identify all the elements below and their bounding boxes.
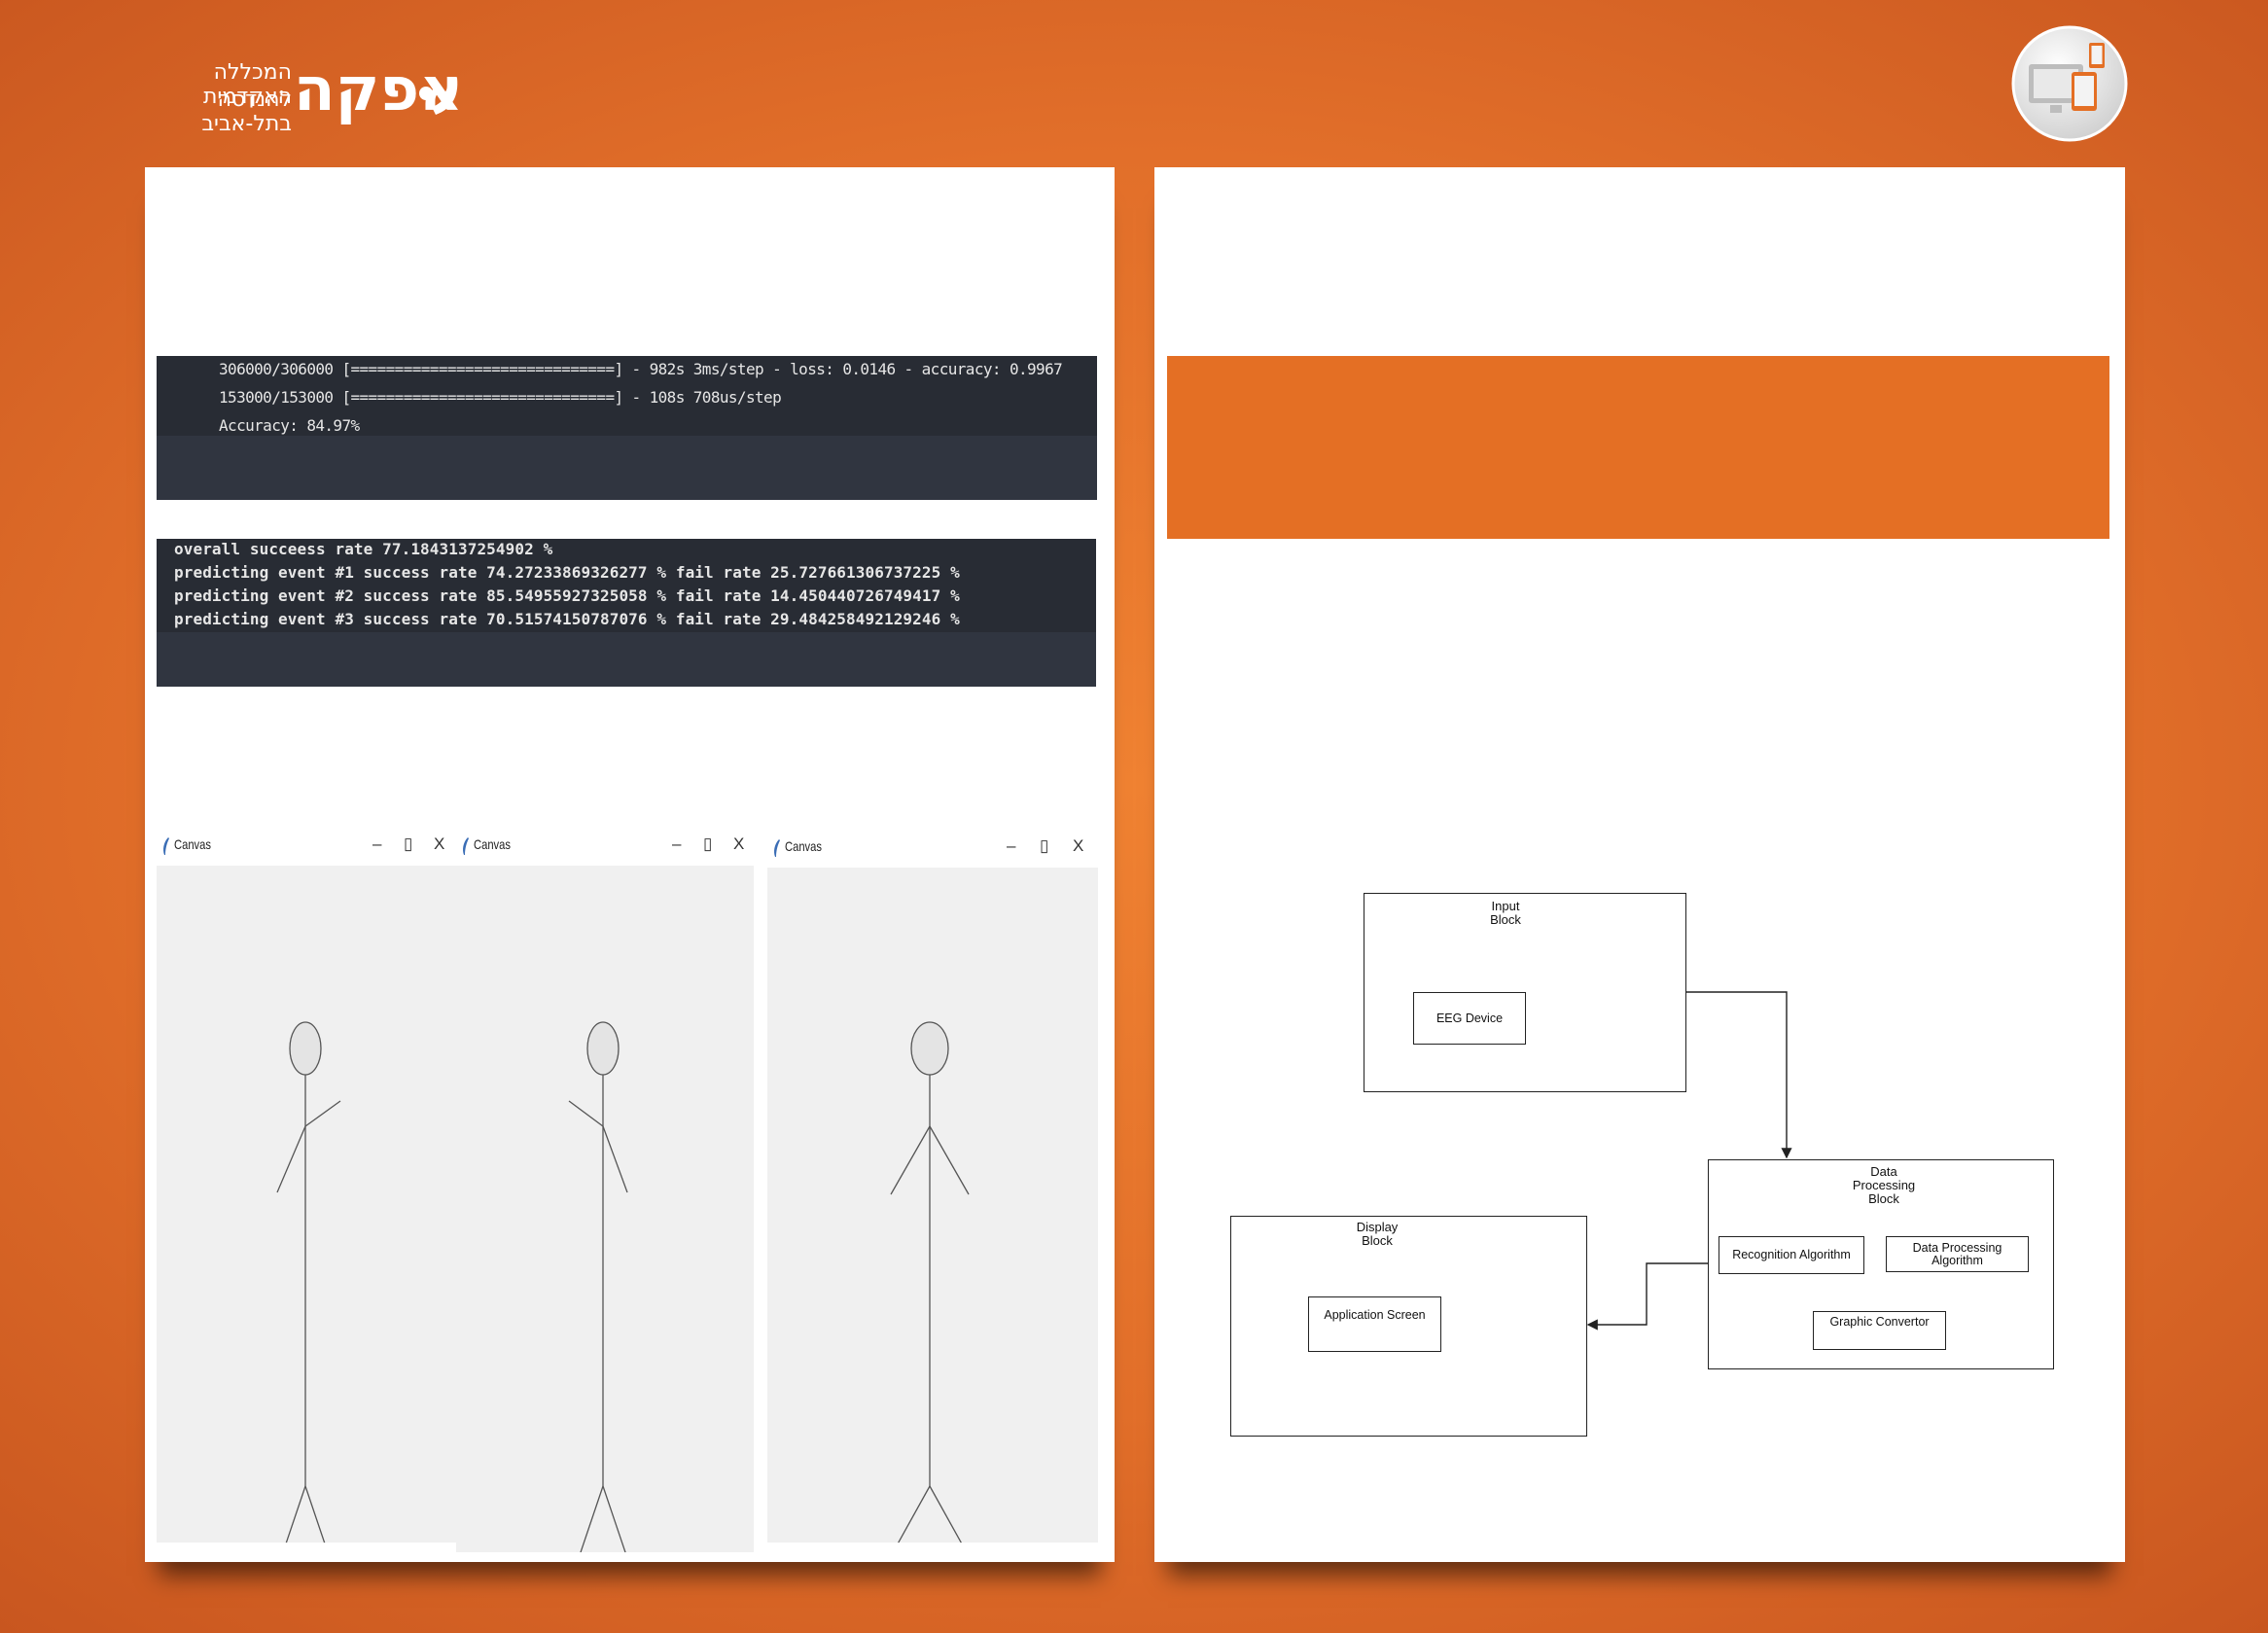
terminal-line: 153000/153000 [=========================… xyxy=(219,388,782,407)
right-panel: Input Block EEG Device Data Processing B… xyxy=(1154,167,2125,1562)
results-output-terminal: overall succeess rate 77.1843137254902 %… xyxy=(157,539,1096,687)
terminal-line: 306000/306000 [=========================… xyxy=(219,360,1063,378)
devices-icon xyxy=(2011,25,2128,142)
terminal-line: Accuracy: 84.97% xyxy=(219,416,360,435)
college-logo: המכללה האקדמית להנדסה בתל-אביב אפקה xyxy=(136,53,467,136)
stick-figure xyxy=(568,1021,628,1552)
terminal-empty-band xyxy=(157,632,1096,687)
left-panel: 306000/306000 [=========================… xyxy=(145,167,1115,1562)
terminal-line: predicting event #2 success rate 85.5495… xyxy=(174,586,960,605)
connector-arrow xyxy=(1586,1262,1708,1331)
canvas-window: Canvas – ▯ X xyxy=(456,823,754,1552)
training-output-terminal: 306000/306000 [=========================… xyxy=(157,356,1097,500)
logo-mark-icon xyxy=(419,78,458,115)
terminal-line: predicting event #3 success rate 70.5157… xyxy=(174,610,960,628)
canvas-window: Canvas – ▯ X xyxy=(767,825,1098,1543)
terminal-line: overall succeess rate 77.1843137254902 % xyxy=(174,540,553,558)
canvas-window: Canvas – ▯ X xyxy=(157,823,456,1543)
diagram-connectors xyxy=(1586,991,1792,1331)
terminal-empty-band xyxy=(157,436,1097,500)
stick-figure xyxy=(890,1021,970,1543)
terminal-line: predicting event #1 success rate 74.2723… xyxy=(174,563,960,582)
stick-figure xyxy=(276,1021,341,1543)
logo-text-line2: להנדסה בתל-אביב xyxy=(201,88,292,136)
connector-arrow xyxy=(1685,991,1792,1159)
